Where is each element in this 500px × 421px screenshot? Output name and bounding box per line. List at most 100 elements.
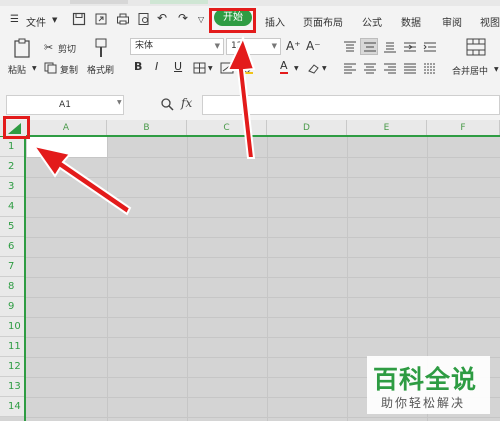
chevron-down-icon: ▼ bbox=[271, 42, 277, 50]
merge-center-icon[interactable] bbox=[466, 38, 486, 56]
print-preview-icon[interactable] bbox=[137, 12, 151, 26]
doc-tab-edge[interactable] bbox=[150, 0, 208, 4]
align-left-icon[interactable] bbox=[343, 62, 357, 74]
gridline bbox=[26, 297, 500, 298]
doc-tab-edge[interactable] bbox=[70, 0, 128, 4]
paste-icon[interactable] bbox=[12, 37, 32, 59]
align-right-icon[interactable] bbox=[383, 62, 397, 74]
undo-icon[interactable]: ↶ bbox=[157, 11, 167, 25]
grow-font-button[interactable]: A⁺ bbox=[286, 39, 301, 53]
row-header-13[interactable]: 13 bbox=[0, 377, 26, 397]
row-header-6[interactable]: 6 bbox=[0, 237, 26, 257]
gridline bbox=[26, 157, 500, 158]
font-name-value: 宋体 bbox=[135, 41, 154, 51]
align-top-icon[interactable] bbox=[343, 41, 357, 53]
row-header-4[interactable]: 4 bbox=[0, 197, 26, 217]
highlight-box-home-tab bbox=[209, 8, 256, 33]
italic-button[interactable]: I bbox=[155, 60, 158, 73]
borders-icon[interactable] bbox=[193, 62, 207, 74]
active-cell-a1[interactable] bbox=[27, 137, 107, 157]
export-icon[interactable] bbox=[94, 12, 108, 26]
watermark-title: 百科全说 bbox=[373, 365, 478, 394]
cell-style-icon[interactable] bbox=[220, 62, 234, 74]
column-header-f[interactable]: F bbox=[427, 120, 500, 136]
column-header-d[interactable]: D bbox=[267, 120, 347, 136]
name-box[interactable]: A1 bbox=[6, 95, 124, 115]
watermark-subtitle: 助你轻松解决 bbox=[381, 396, 466, 410]
row-header-14[interactable]: 14 bbox=[0, 397, 26, 417]
menu-icon[interactable]: ☰ bbox=[10, 14, 19, 25]
tab-data[interactable]: 数据 bbox=[401, 14, 421, 29]
chevron-down-icon: ▼ bbox=[214, 42, 220, 50]
tab-formulas[interactable]: 公式 bbox=[362, 14, 382, 29]
eraser-icon[interactable] bbox=[306, 62, 320, 74]
column-header-a[interactable]: A bbox=[26, 120, 107, 136]
column-header-b[interactable]: B bbox=[107, 120, 187, 136]
bold-button[interactable]: B bbox=[134, 60, 142, 73]
file-menu[interactable]: 文件 bbox=[26, 14, 46, 29]
row-header-12[interactable]: 12 bbox=[0, 357, 26, 377]
gridline bbox=[26, 197, 500, 198]
row-header-5[interactable]: 5 bbox=[0, 217, 26, 237]
font-color-button[interactable]: A bbox=[280, 60, 288, 74]
shrink-font-button[interactable]: A⁻ bbox=[306, 39, 321, 53]
chevron-down-icon[interactable]: ▼ bbox=[322, 65, 327, 72]
align-middle-icon bbox=[364, 42, 376, 52]
underline-button[interactable]: U bbox=[174, 60, 182, 73]
format-painter-button[interactable]: 格式刷 bbox=[87, 63, 114, 76]
tab-view[interactable]: 视图 bbox=[480, 14, 500, 29]
watermark-logo: 百科全说 助你轻松解决 bbox=[367, 356, 490, 414]
chevron-down-icon[interactable]: ▼ bbox=[117, 99, 122, 106]
formula-input[interactable] bbox=[202, 95, 500, 115]
gridline bbox=[26, 217, 500, 218]
row-header-11[interactable]: 11 bbox=[0, 337, 26, 357]
tab-page-layout[interactable]: 页面布局 bbox=[303, 14, 343, 29]
indent-icon[interactable] bbox=[423, 41, 437, 53]
gridline bbox=[26, 317, 500, 318]
scissors-icon[interactable]: ✂ bbox=[44, 41, 53, 54]
paste-button[interactable]: 粘贴 bbox=[8, 63, 26, 76]
chevron-down-icon[interactable]: ▼ bbox=[32, 65, 37, 72]
align-bottom-icon[interactable] bbox=[383, 41, 397, 53]
chevron-down-icon[interactable]: ▼ bbox=[494, 66, 499, 73]
tab-review[interactable]: 审阅 bbox=[442, 14, 462, 29]
highlight-box-select-all bbox=[3, 116, 30, 139]
format-painter-icon[interactable] bbox=[92, 37, 110, 59]
font-size-select[interactable]: 12 ▼ bbox=[226, 38, 281, 55]
chevron-down-icon[interactable]: ▼ bbox=[208, 65, 213, 72]
row-header-9[interactable]: 9 bbox=[0, 297, 26, 317]
cut-button[interactable]: 剪切 bbox=[58, 42, 76, 55]
insert-function-button[interactable]: fx bbox=[181, 96, 192, 110]
distributed-align-icon[interactable] bbox=[423, 62, 437, 74]
row-header-10[interactable]: 10 bbox=[0, 317, 26, 337]
row-header-3[interactable]: 3 bbox=[0, 177, 26, 197]
gridline bbox=[26, 237, 500, 238]
chevron-down-icon[interactable]: ▼ bbox=[294, 65, 299, 72]
print-icon[interactable] bbox=[116, 12, 130, 26]
customize-toolbar-icon[interactable]: ▽ bbox=[198, 15, 204, 24]
font-name-select[interactable]: 宋体 ▼ bbox=[130, 38, 224, 55]
merge-center-button[interactable]: 合并居中 bbox=[452, 64, 488, 77]
row-header-8[interactable]: 8 bbox=[0, 277, 26, 297]
save-icon[interactable] bbox=[72, 12, 86, 26]
row-header-1[interactable]: 1 bbox=[0, 137, 26, 157]
column-header-c[interactable]: C bbox=[187, 120, 267, 136]
tab-insert[interactable]: 插入 bbox=[265, 14, 285, 29]
gridline bbox=[347, 136, 348, 421]
redo-icon[interactable]: ↷ bbox=[178, 11, 188, 25]
chevron-down-icon[interactable]: ▼ bbox=[52, 16, 57, 24]
row-header-2[interactable]: 2 bbox=[0, 157, 26, 177]
gridline bbox=[26, 177, 500, 178]
copy-button[interactable]: 复制 bbox=[60, 63, 78, 76]
column-header-e[interactable]: E bbox=[347, 120, 427, 136]
justify-icon[interactable] bbox=[403, 62, 417, 74]
row-header-7[interactable]: 7 bbox=[0, 257, 26, 277]
align-middle-button[interactable] bbox=[360, 38, 378, 55]
fill-color-icon[interactable] bbox=[240, 62, 254, 74]
text-direction-icon[interactable] bbox=[403, 41, 417, 53]
zoom-icon[interactable] bbox=[160, 97, 174, 111]
gridline bbox=[187, 136, 188, 421]
copy-icon[interactable] bbox=[44, 62, 58, 74]
align-center-icon[interactable] bbox=[363, 62, 377, 74]
ribbon-toolbar: 粘贴 ▼ ✂ 剪切 复制 格式刷 宋体 ▼ 12 ▼ A⁺ A⁻ B I U ▼ A… bbox=[0, 33, 500, 89]
